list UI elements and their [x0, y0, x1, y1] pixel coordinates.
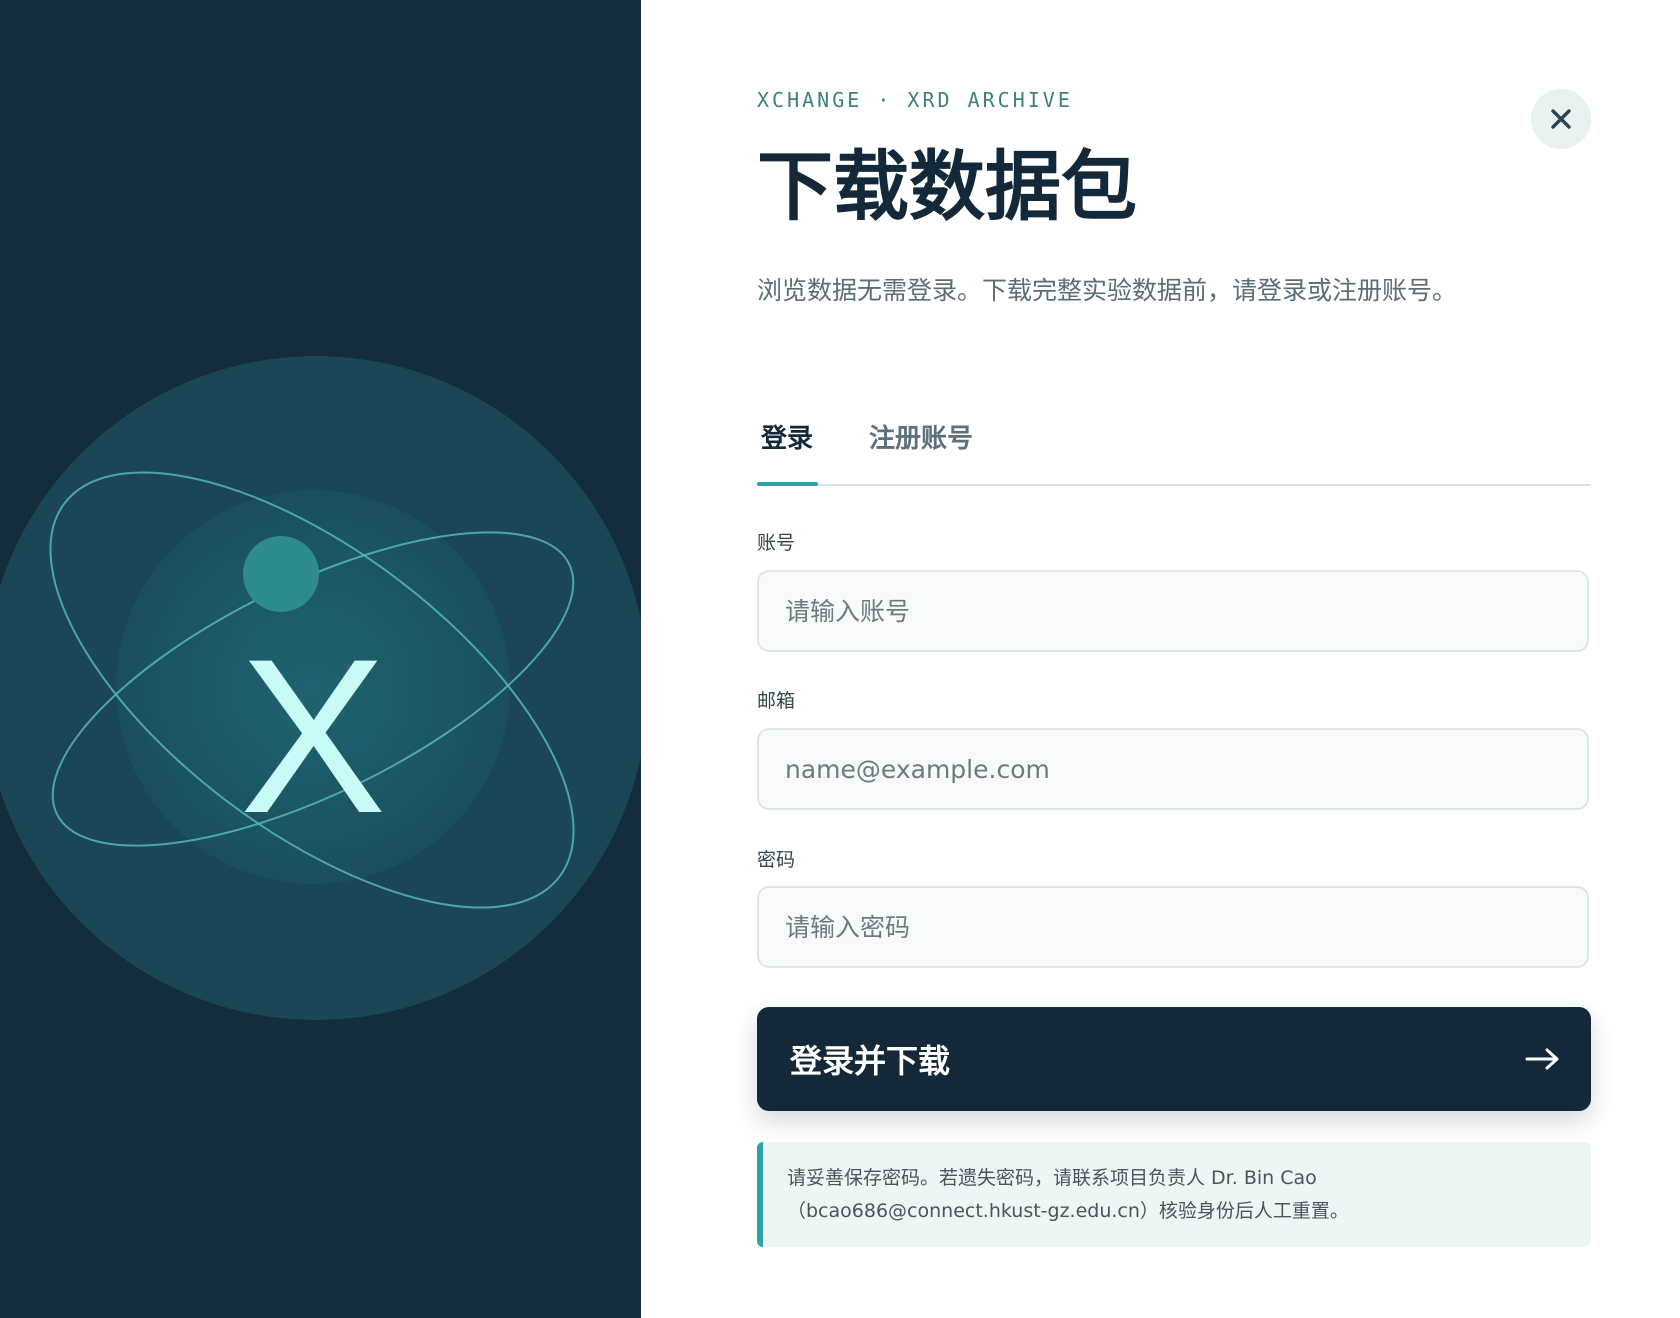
brand-panel: X [0, 0, 641, 1318]
email-label: 邮箱 [757, 690, 796, 712]
password-label: 密码 [757, 849, 796, 871]
arrow-right-icon [1525, 1048, 1559, 1070]
eyebrow-label: XCHANGE · XRD ARCHIVE [757, 88, 1073, 112]
password-field-wrapper [757, 886, 1589, 968]
notice-line-2: （bcao686@connect.hkust-gz.edu.cn）核验身份后人工… [787, 1200, 1349, 1222]
email-input[interactable] [759, 730, 1587, 808]
tab-register[interactable]: 注册账号 [869, 418, 973, 455]
tab-login[interactable]: 登录 [761, 418, 813, 455]
page-title: 下载数据包 [757, 142, 1137, 231]
close-icon [1551, 109, 1571, 129]
auth-tabs: 登录 注册账号 [757, 418, 1591, 486]
password-input[interactable] [759, 888, 1587, 966]
close-button[interactable] [1531, 89, 1591, 149]
login-dialog: X XCHANGE · XRD ARCHIVE 下载数据包 浏览数据无需登录。下… [0, 0, 1680, 1318]
account-input[interactable] [759, 572, 1587, 650]
submit-button-label: 登录并下载 [790, 1042, 951, 1080]
form-panel: XCHANGE · XRD ARCHIVE 下载数据包 浏览数据无需登录。下载完… [641, 0, 1680, 1318]
electron-dot [243, 536, 319, 612]
page-description: 浏览数据无需登录。下载完整实验数据前，请登录或注册账号。 [757, 276, 1458, 305]
notice-line-1: 请妥善保存密码。若遗失密码，请联系项目负责人 Dr. Bin Cao [787, 1167, 1317, 1189]
atom-illustration: X [0, 356, 641, 1020]
password-notice: 请妥善保存密码。若遗失密码，请联系项目负责人 Dr. Bin Cao （bcao… [757, 1142, 1591, 1247]
brand-letter-x: X [240, 613, 387, 859]
active-tab-indicator [757, 482, 818, 486]
account-field-wrapper [757, 570, 1589, 652]
email-field-wrapper [757, 728, 1589, 810]
account-label: 账号 [757, 532, 796, 554]
login-download-button[interactable]: 登录并下载 [757, 1007, 1591, 1111]
